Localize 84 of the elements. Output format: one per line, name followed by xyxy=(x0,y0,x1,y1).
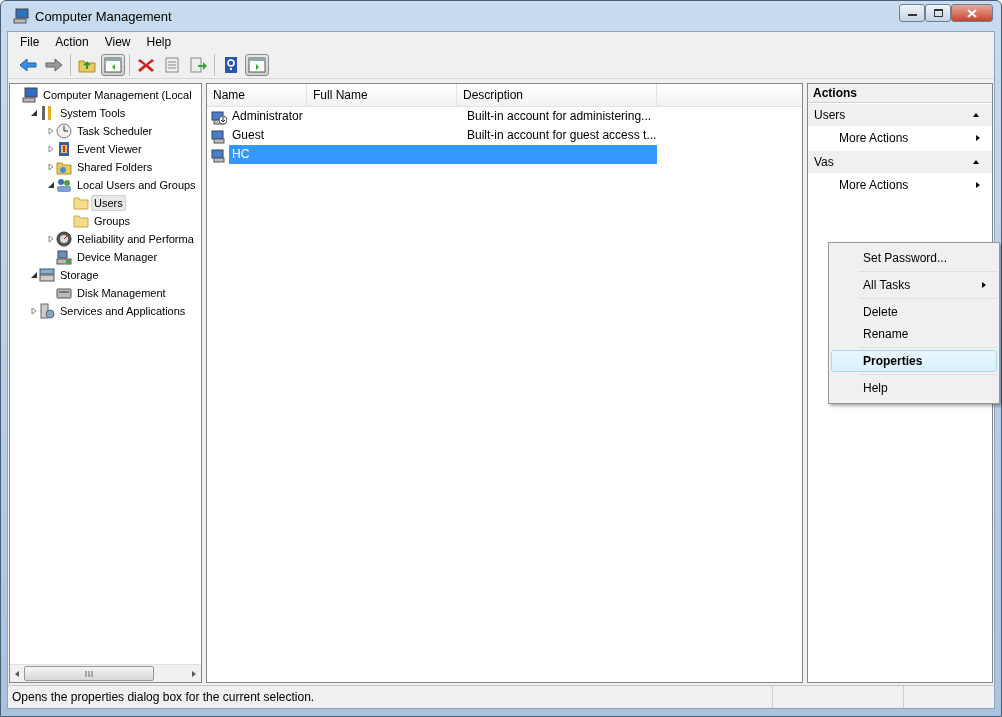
expander-icon xyxy=(46,145,55,153)
folder-icon xyxy=(73,195,89,211)
clock-icon xyxy=(56,123,72,139)
up-folder-icon xyxy=(78,57,96,73)
menu-item[interactable]: View xyxy=(96,35,139,49)
tree-item[interactable]: Storage xyxy=(57,267,102,283)
expander-icon xyxy=(29,307,38,315)
devices-icon xyxy=(56,249,72,265)
maximize-button[interactable] xyxy=(925,4,951,22)
menu-item[interactable]: Delete xyxy=(831,301,997,323)
computer-icon xyxy=(22,87,38,103)
user-icon xyxy=(211,127,227,144)
submenu-arrow-icon xyxy=(974,134,982,142)
gauge-icon xyxy=(56,231,72,247)
table-cell-text: Built-in account for guest access t... xyxy=(466,127,658,144)
expander-icon xyxy=(29,271,38,279)
expander-icon xyxy=(46,235,55,243)
grip-icon xyxy=(85,670,93,677)
delete-icon xyxy=(137,57,155,73)
action-link[interactable]: More Actions xyxy=(808,126,992,150)
column-header[interactable]: Full Name xyxy=(307,84,457,106)
tree-item[interactable]: Computer Management (Local xyxy=(40,87,195,103)
minimize-button[interactable] xyxy=(899,4,925,22)
table-cell-text: Built-in account for administering... xyxy=(466,108,653,125)
collapse-arrow-icon xyxy=(972,158,980,166)
action-section-header[interactable]: Vas xyxy=(808,151,992,173)
menu-item[interactable]: Properties xyxy=(831,350,997,372)
services-icon xyxy=(39,303,55,319)
computer-icon xyxy=(13,8,29,24)
pane-icon xyxy=(104,57,122,73)
tree-item[interactable]: System Tools xyxy=(57,105,129,121)
properties-icon xyxy=(163,57,181,73)
pane-title: Actions xyxy=(808,84,992,103)
submenu-arrow-icon xyxy=(974,181,982,189)
scroll-right-icon xyxy=(190,669,198,678)
menu-item[interactable]: Action xyxy=(47,35,97,49)
menu-item[interactable]: Set Password... xyxy=(831,247,997,269)
status-text: Opens the properties dialog box for the current selection. xyxy=(11,689,316,706)
close-icon xyxy=(967,8,977,18)
expander-icon xyxy=(46,181,55,189)
pane-icon xyxy=(248,57,266,73)
admin-user-icon xyxy=(211,108,227,125)
tree-item[interactable]: Groups xyxy=(91,213,134,229)
tree-item[interactable]: Disk Management xyxy=(74,285,169,301)
menu-item[interactable]: Help xyxy=(831,377,997,399)
column-header[interactable]: Description xyxy=(457,84,657,106)
column-header[interactable]: Name xyxy=(207,84,307,106)
action-section-header[interactable]: Users xyxy=(808,104,992,126)
menu-item[interactable]: Rename xyxy=(831,323,997,345)
collapse-arrow-icon xyxy=(972,111,980,119)
tree-item[interactable]: Users xyxy=(91,195,126,211)
scrollbar-thumb[interactable] xyxy=(24,666,154,681)
toolbar-button[interactable] xyxy=(245,54,269,76)
menu-item[interactable]: All Tasks xyxy=(831,274,997,296)
maximize-icon xyxy=(933,9,943,17)
export-list-icon xyxy=(189,57,207,73)
tree-item[interactable]: Event Viewer xyxy=(74,141,145,157)
expander-icon xyxy=(46,163,55,171)
window-title: Computer Management xyxy=(35,8,173,24)
tree-item[interactable]: Local Users and Groups xyxy=(74,177,199,193)
disk-drive-icon xyxy=(56,285,72,301)
user-icon xyxy=(211,146,227,163)
log-icon xyxy=(56,141,72,157)
action-link[interactable]: More Actions xyxy=(808,173,992,197)
folder-icon xyxy=(73,213,89,229)
expander-icon xyxy=(46,127,55,135)
expander-icon xyxy=(29,109,38,117)
shared-folder-icon xyxy=(56,159,72,175)
scroll-left-icon xyxy=(13,669,21,678)
tree-item[interactable]: Shared Folders xyxy=(74,159,156,175)
menu-item[interactable]: Help xyxy=(138,35,180,49)
back-arrow-icon xyxy=(19,57,37,73)
tree-item[interactable]: Task Scheduler xyxy=(74,123,156,139)
tree-item[interactable]: Device Manager xyxy=(74,249,161,265)
tree-item[interactable]: Reliability and Performa xyxy=(74,231,197,247)
storage-icon xyxy=(39,267,55,283)
help-icon xyxy=(222,57,240,73)
menu-item[interactable]: File xyxy=(12,35,48,49)
submenu-arrow-icon xyxy=(980,281,988,289)
users-icon xyxy=(56,177,72,193)
close-button[interactable] xyxy=(951,4,993,22)
forward-arrow-icon xyxy=(45,57,63,73)
tree-item[interactable]: Services and Applications xyxy=(57,303,189,319)
toolbar-button[interactable] xyxy=(101,54,125,76)
